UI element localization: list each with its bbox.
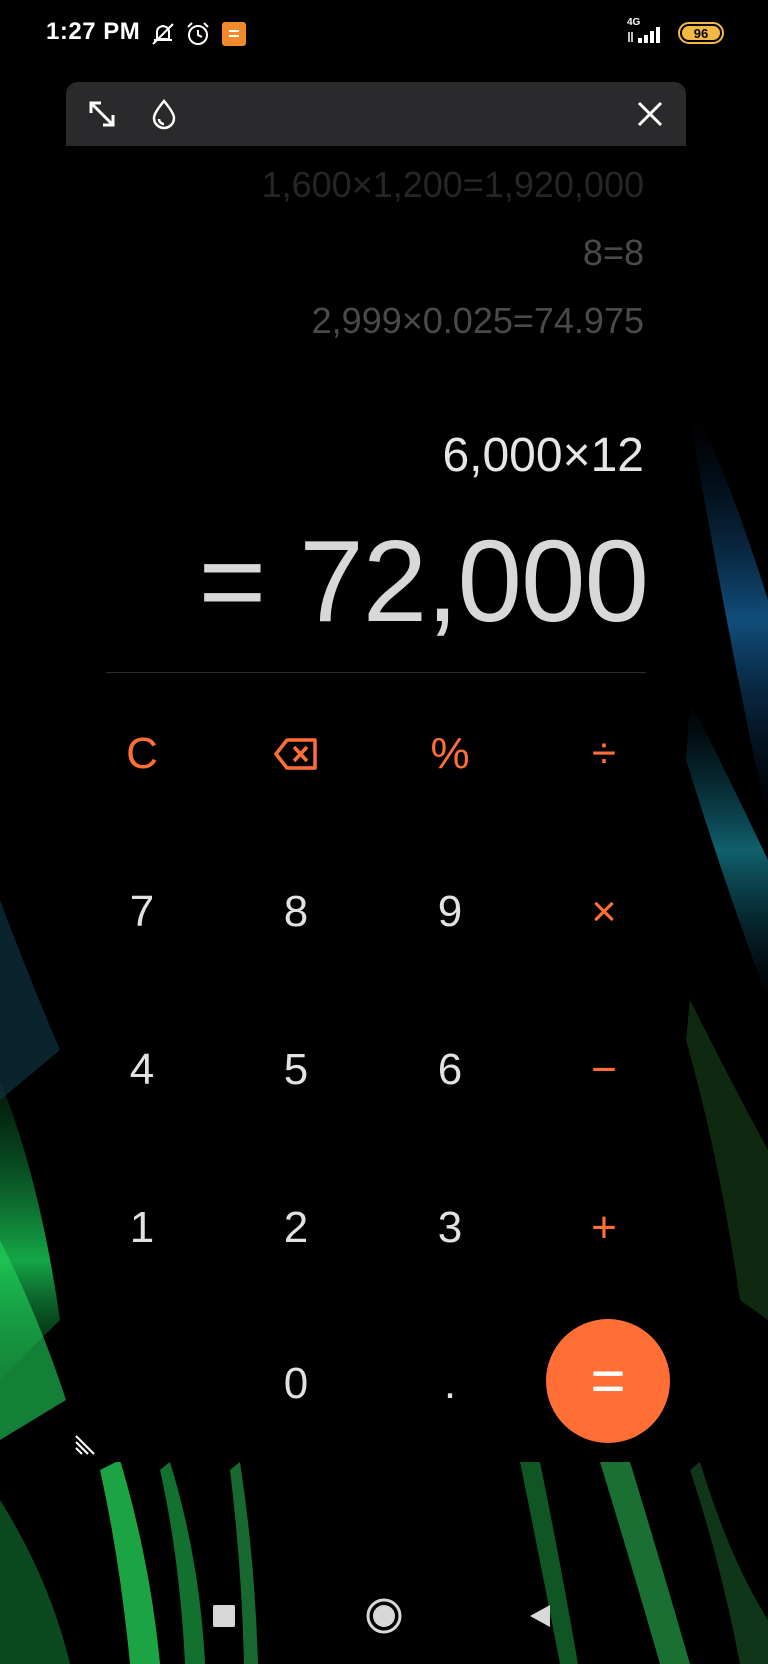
resize-grip-icon[interactable] [72,1422,106,1456]
digit-7-button[interactable]: 7 [72,852,212,972]
backspace-button[interactable] [226,694,366,814]
window-titlebar[interactable] [66,82,686,146]
equals-label: = [590,1347,626,1414]
close-icon [637,101,663,127]
equals-button[interactable]: = [546,1319,670,1443]
digit-2-button[interactable]: 2 [226,1168,366,1288]
result-value: 72,000 [299,516,649,646]
signal-icon [628,27,660,43]
alarm-icon [187,22,209,45]
battery-level: 96 [693,25,709,41]
recents-button[interactable] [202,1594,246,1638]
opacity-button[interactable] [142,92,186,136]
plus-button[interactable]: + [534,1168,674,1288]
result-equals-sign: = [198,516,266,646]
percent-button[interactable]: % [380,694,520,814]
result-display: = 72,000 [198,514,649,648]
digit-1-button[interactable]: 1 [72,1168,212,1288]
notes-app-icon [222,22,246,46]
minus-button[interactable]: − [534,1010,674,1130]
backspace-icon [274,738,317,770]
recents-square-icon [213,1605,235,1627]
digit-9-button[interactable]: 9 [380,852,520,972]
digit-8-button[interactable]: 8 [226,852,366,972]
digit-3-button[interactable]: 3 [380,1168,520,1288]
history-item[interactable]: 8=8 [583,232,644,274]
divide-button[interactable]: ÷ [534,694,674,814]
mute-notifications-icon [152,23,174,45]
calculator-window: 1,600×1,200=1,920,000 8=8 2,999×0.025=74… [66,82,686,1462]
home-button[interactable] [362,1594,406,1638]
home-circle-icon [366,1598,402,1634]
history-item[interactable]: 1,600×1,200=1,920,000 [262,164,644,206]
expand-icon [89,101,115,127]
phone-screen: 1:27 PM 4G 96 1,600×1,200=1,920,000 8=8 … [0,0,768,1664]
digit-5-button[interactable]: 5 [226,1010,366,1130]
multiply-button[interactable]: × [534,852,674,972]
status-time: 1:27 PM [46,18,141,45]
back-button[interactable] [518,1594,562,1638]
current-expression: 6,000×12 [442,429,644,482]
digit-0-button[interactable]: 0 [226,1324,366,1444]
battery-icon: 96 [678,22,724,44]
opacity-drop-icon [152,99,176,130]
decimal-button[interactable]: . [380,1324,520,1444]
digit-6-button[interactable]: 6 [380,1010,520,1130]
status-bar: 1:27 PM 4G 96 [0,0,768,70]
back-triangle-icon [530,1605,550,1627]
history-item[interactable]: 2,999×0.025=74.975 [312,300,644,342]
expand-button[interactable] [80,92,124,136]
digit-4-button[interactable]: 4 [72,1010,212,1130]
clear-button[interactable]: C [72,694,212,814]
display-divider [106,672,646,673]
close-button[interactable] [628,92,672,136]
